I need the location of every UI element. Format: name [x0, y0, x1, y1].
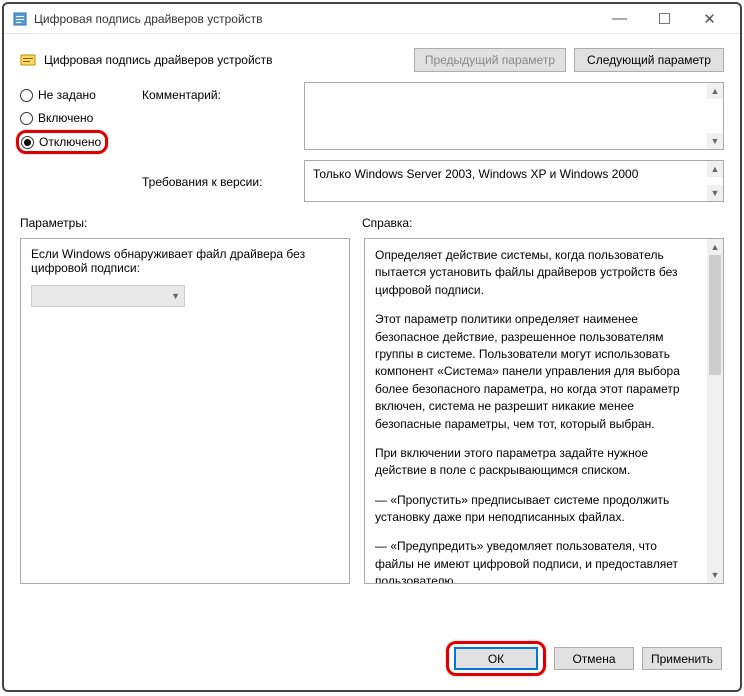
help-paragraph: — «Пропустить» предписывает системе прод… [375, 492, 699, 527]
policy-title: Цифровая подпись драйверов устройств [44, 53, 406, 67]
scroll-up-icon[interactable]: ▲ [707, 239, 723, 255]
apply-button[interactable]: Применить [642, 647, 722, 670]
help-panel: Определяет действие системы, когда польз… [364, 238, 724, 584]
cancel-button[interactable]: Отмена [554, 647, 634, 670]
radio-label: Отключено [39, 135, 101, 149]
radio-label: Включено [38, 111, 93, 125]
scrollbar-thumb[interactable] [709, 255, 721, 375]
radio-disabled[interactable]: Отключено [21, 135, 101, 149]
help-paragraph: Определяет действие системы, когда польз… [375, 247, 699, 299]
scroll-up-icon[interactable]: ▲ [707, 83, 723, 99]
help-label: Справка: [362, 216, 724, 230]
scroll-down-icon[interactable]: ▼ [707, 133, 723, 149]
scroll-down-icon[interactable]: ▼ [707, 185, 723, 201]
highlight-ok-button: ОК [446, 641, 546, 676]
titlebar: Цифровая подпись драйверов устройств — ☐… [4, 4, 740, 34]
comment-textarea[interactable]: ▲ ▼ [304, 82, 724, 150]
maximize-button[interactable]: ☐ [642, 5, 687, 33]
chevron-down-icon: ▼ [171, 291, 180, 301]
policy-icon [12, 11, 28, 27]
help-paragraph: При включении этого параметра задайте ну… [375, 445, 699, 480]
ok-button[interactable]: ОК [454, 647, 538, 670]
requirements-box: Только Windows Server 2003, Windows XP и… [304, 160, 724, 202]
minimize-button[interactable]: — [597, 5, 642, 33]
highlight-disabled-radio: Отключено [16, 130, 108, 154]
previous-setting-button[interactable]: Предыдущий параметр [414, 48, 566, 72]
help-paragraph: — «Предупредить» уведомляет пользователя… [375, 538, 699, 584]
scroll-down-icon[interactable]: ▼ [707, 567, 723, 583]
window-title: Цифровая подпись драйверов устройств [34, 12, 597, 26]
radio-not-configured[interactable]: Не задано [20, 88, 130, 102]
requirements-label: Требования к версии: [142, 175, 262, 189]
parameters-panel: Если Windows обнаруживает файл драйвера … [20, 238, 350, 584]
next-setting-button[interactable]: Следующий параметр [574, 48, 724, 72]
scroll-up-icon[interactable]: ▲ [707, 161, 723, 177]
policy-icon [20, 52, 36, 68]
comment-label: Комментарий: [142, 88, 292, 102]
radio-icon [20, 112, 33, 125]
scrollbar[interactable]: ▲ ▼ [707, 239, 723, 583]
requirements-text: Только Windows Server 2003, Windows XP и… [313, 167, 638, 181]
close-button[interactable]: ✕ [687, 5, 732, 33]
param-description: Если Windows обнаруживает файл драйвера … [31, 247, 339, 275]
action-dropdown[interactable]: ▼ [31, 285, 185, 307]
radio-enabled[interactable]: Включено [20, 111, 130, 125]
help-paragraph: Этот параметр политики определяет наимен… [375, 311, 699, 433]
radio-label: Не задано [38, 88, 96, 102]
radio-icon [21, 136, 34, 149]
radio-icon [20, 89, 33, 102]
parameters-label: Параметры: [20, 216, 362, 230]
